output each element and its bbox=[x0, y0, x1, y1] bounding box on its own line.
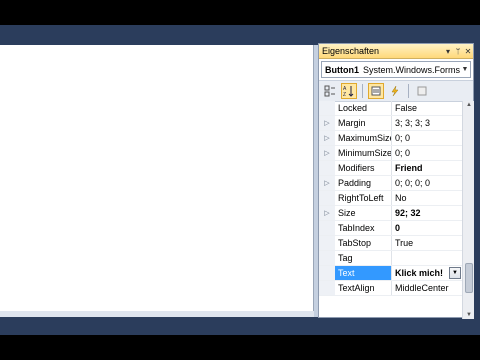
property-row-margin[interactable]: ▷ Margin 3; 3; 3; 3 bbox=[319, 116, 462, 131]
window-position-icon[interactable]: ▾ bbox=[443, 47, 453, 56]
scrollbar-thumb[interactable] bbox=[465, 263, 473, 293]
property-pages-icon[interactable] bbox=[414, 83, 430, 99]
row-margin bbox=[319, 281, 335, 295]
property-value[interactable]: 0; 0 bbox=[392, 131, 462, 145]
alphabetical-icon[interactable]: AZ bbox=[341, 83, 357, 99]
expand-arrow-icon[interactable]: ▷ bbox=[319, 131, 335, 145]
property-name: TabIndex bbox=[335, 221, 392, 235]
object-selector-dropdown[interactable]: Button1 System.Windows.Forms.I ▼ bbox=[321, 61, 471, 78]
property-grid: Locked False ▷ Margin 3; 3; 3; 3 ▷ Maxim… bbox=[319, 101, 462, 319]
properties-title: Eigenschaften bbox=[322, 46, 380, 56]
property-value[interactable]: Friend bbox=[392, 161, 462, 175]
chevron-down-icon[interactable]: ▼ bbox=[460, 66, 470, 73]
property-row-minimumsize[interactable]: ▷ MinimumSize 0; 0 bbox=[319, 146, 462, 161]
expand-arrow-icon[interactable]: ▷ bbox=[319, 146, 335, 160]
property-name: Size bbox=[335, 206, 392, 220]
row-margin bbox=[319, 221, 335, 235]
property-grid-scrollbar[interactable]: ▲ ▼ bbox=[462, 101, 474, 319]
property-row-size[interactable]: ▷ Size 92; 32 bbox=[319, 206, 462, 221]
property-row-padding[interactable]: ▷ Padding 0; 0; 0; 0 bbox=[319, 176, 462, 191]
ide-window: Eigenschaften ▾ ᛘ ✕ Button1 System.Windo… bbox=[0, 25, 480, 341]
property-value[interactable]: MiddleCenter bbox=[392, 281, 462, 295]
properties-icon[interactable] bbox=[368, 83, 384, 99]
events-icon[interactable] bbox=[387, 83, 403, 99]
form-designer-surface[interactable] bbox=[0, 45, 314, 311]
video-letterbox-bottom bbox=[0, 335, 480, 360]
video-letterbox-top bbox=[0, 0, 480, 25]
property-value[interactable]: False bbox=[392, 101, 462, 115]
dropdown-arrow-icon[interactable]: ▼ bbox=[449, 267, 461, 279]
close-icon[interactable]: ✕ bbox=[463, 47, 473, 56]
properties-title-bar[interactable]: Eigenschaften ▾ ᛘ ✕ bbox=[319, 44, 473, 59]
expand-arrow-icon[interactable]: ▷ bbox=[319, 176, 335, 190]
property-value[interactable]: 0; 0; 0; 0 bbox=[392, 176, 462, 190]
object-name: Button1 bbox=[325, 64, 359, 75]
property-name: MinimumSize bbox=[335, 146, 392, 160]
pin-icon[interactable]: ᛘ bbox=[453, 47, 463, 56]
properties-toolbar: AZ bbox=[319, 80, 473, 102]
scroll-up-arrow-icon[interactable]: ▲ bbox=[463, 102, 475, 108]
property-value[interactable]: No bbox=[392, 191, 462, 205]
property-value-editor[interactable]: Klick mich! ▼ bbox=[392, 266, 462, 280]
property-name: MaximumSize bbox=[335, 131, 392, 145]
property-row-maximumsize[interactable]: ▷ MaximumSize 0; 0 bbox=[319, 131, 462, 146]
property-value[interactable]: 0 bbox=[392, 221, 462, 235]
toolbar-separator bbox=[362, 84, 363, 98]
property-value[interactable]: True bbox=[392, 236, 462, 250]
property-row-text[interactable]: Text Klick mich! ▼ bbox=[319, 266, 462, 281]
property-name: Modifiers bbox=[335, 161, 392, 175]
expand-arrow-icon[interactable]: ▷ bbox=[319, 206, 335, 220]
svg-text:Z: Z bbox=[343, 92, 346, 97]
property-name: TextAlign bbox=[335, 281, 392, 295]
property-name: Tag bbox=[335, 251, 392, 265]
property-name: Text bbox=[335, 266, 392, 280]
property-name: RightToLeft bbox=[335, 191, 392, 205]
row-margin bbox=[319, 101, 335, 115]
row-margin bbox=[319, 191, 335, 205]
property-row-textalign[interactable]: TextAlign MiddleCenter bbox=[319, 281, 462, 296]
row-margin bbox=[319, 161, 335, 175]
property-name: TabStop bbox=[335, 236, 392, 250]
toolbar-separator bbox=[408, 84, 409, 98]
expand-arrow-icon[interactable]: ▷ bbox=[319, 116, 335, 130]
row-margin bbox=[319, 251, 335, 265]
property-row-tag[interactable]: Tag bbox=[319, 251, 462, 266]
property-row-tabstop[interactable]: TabStop True bbox=[319, 236, 462, 251]
property-value[interactable]: 92; 32 bbox=[392, 206, 462, 220]
row-margin bbox=[319, 266, 335, 280]
row-margin bbox=[319, 236, 335, 250]
property-name: Locked bbox=[335, 101, 392, 115]
scroll-down-arrow-icon[interactable]: ▼ bbox=[463, 312, 475, 318]
object-type: System.Windows.Forms.I bbox=[363, 64, 460, 75]
properties-window: Eigenschaften ▾ ᛘ ✕ Button1 System.Windo… bbox=[318, 43, 474, 319]
property-row-righttoleft[interactable]: RightToLeft No bbox=[319, 191, 462, 206]
categorized-icon[interactable] bbox=[322, 83, 338, 99]
property-value[interactable]: 3; 3; 3; 3 bbox=[392, 116, 462, 130]
property-row-modifiers[interactable]: Modifiers Friend bbox=[319, 161, 462, 176]
property-row-tabindex[interactable]: TabIndex 0 bbox=[319, 221, 462, 236]
property-value-text[interactable]: Klick mich! bbox=[395, 268, 443, 278]
property-name: Padding bbox=[335, 176, 392, 190]
property-name: Margin bbox=[335, 116, 392, 130]
property-value[interactable]: 0; 0 bbox=[392, 146, 462, 160]
property-row-locked[interactable]: Locked False bbox=[319, 101, 462, 116]
property-value[interactable] bbox=[392, 251, 462, 265]
